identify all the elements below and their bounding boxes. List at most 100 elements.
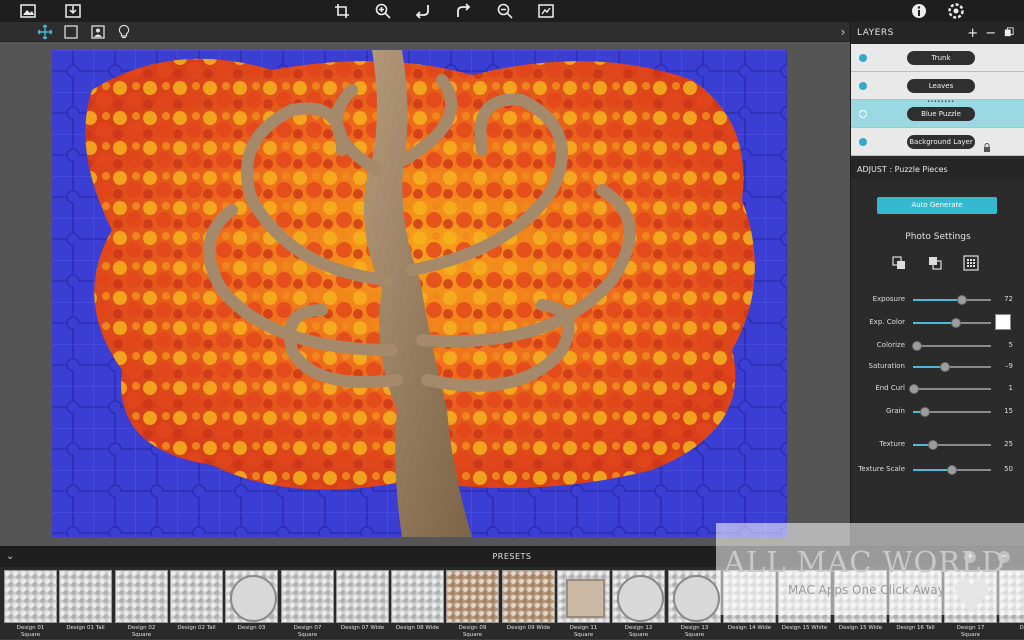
preset-item[interactable]: Design 02 Square [115,570,168,640]
layer-name[interactable]: Blue Puzzle [907,107,975,121]
preset-item[interactable]: Design 09 Wide [502,570,555,640]
auto-generate-button[interactable]: Auto Generate [877,197,997,214]
preset-thumbnail[interactable] [281,570,334,623]
layer-visibility-toggle[interactable] [859,54,867,62]
layer-visibility-toggle[interactable] [859,82,867,90]
layer-row-leaves[interactable]: Leaves [851,72,1024,100]
zoom-in-icon[interactable] [374,2,392,20]
slider-thumb[interactable] [911,341,922,351]
slider-row: Exposure 72 [851,293,1024,307]
zoom-out-icon[interactable] [496,2,514,20]
layer-row-blue-puzzle[interactable]: •••••••• Blue Puzzle [851,99,1024,128]
slider-track[interactable] [908,384,991,394]
duplicate-layer-icon[interactable] [1000,26,1018,41]
preset-item[interactable]: Design 01 Square [4,570,57,640]
move-tool-icon[interactable] [37,24,53,40]
preset-thumbnail[interactable] [170,570,223,623]
preset-item[interactable]: Design 07 Square [281,570,334,640]
chevron-right-icon[interactable]: › [836,22,850,42]
portrait-tool-icon[interactable] [90,24,106,40]
preset-item[interactable]: Design 11 Square [557,570,610,640]
save-icon[interactable] [64,2,82,20]
info-icon[interactable] [910,2,928,20]
preset-thumbnail[interactable] [446,570,499,623]
preset-label-line1: Design 12 [624,625,653,631]
layer-visibility-toggle[interactable] [859,110,867,118]
preset-label: Design 13 Square [664,625,725,639]
slider-thumb[interactable] [950,318,961,328]
slider-thumb[interactable] [939,362,950,372]
slider-thumb[interactable] [957,295,968,305]
slider-track[interactable] [913,407,991,417]
slider-value: 15 [1004,407,1013,415]
preset-label: Design 11 Square [553,625,614,639]
preset-item[interactable]: Design 13 Square [668,570,721,640]
preset-item[interactable]: Design 09 Square [446,570,499,640]
preset-item[interactable]: Design 02 Tall [170,570,223,640]
preset-item[interactable]: Design 07 Wide [336,570,389,640]
slider-track[interactable] [913,440,991,450]
grid-icon[interactable] [963,255,979,271]
slider-track[interactable] [913,295,991,305]
preset-label-line1: Design 16 Tall [896,625,935,631]
slider-thumb[interactable] [947,465,957,475]
preset-item[interactable]: Design 08 Wide [391,570,444,640]
color-swatch[interactable] [995,314,1011,330]
crop-icon[interactable] [333,2,351,20]
preset-item[interactable]: Design 12 Square [612,570,665,640]
layer-row-trunk[interactable]: Trunk [851,44,1024,72]
layer-front-icon[interactable] [891,255,907,271]
preset-label-line1: Design 09 [458,625,487,631]
layers-title: LAYERS [857,28,894,38]
preset-label-line2: Square [684,632,705,638]
preset-label-line1: Design 14 Wide [727,625,772,631]
slider-thumb[interactable] [908,384,919,394]
preset-item[interactable]: Design 01 Tall [59,570,112,640]
fit-to-screen-icon[interactable] [537,2,555,20]
preset-thumbnail[interactable] [225,570,278,623]
preset-thumbnail[interactable] [944,570,997,623]
canvas-image[interactable] [52,50,787,537]
layer-visibility-toggle[interactable] [859,138,867,146]
preset-thumbnail[interactable] [557,570,610,623]
slider-row: Texture Scale 50 [851,463,1024,477]
undo-icon[interactable] [414,2,432,20]
preset-thumbnail[interactable] [612,570,665,623]
preset-thumbnail[interactable] [668,570,721,623]
slider-track[interactable] [913,362,991,372]
slider-thumb[interactable] [927,440,938,450]
slider-thumb[interactable] [919,407,930,417]
slider-label: Texture Scale [858,465,905,473]
chevron-down-icon[interactable]: ⌄ [6,547,14,567]
preset-label-line2: Square [20,632,41,638]
preset-thumbnail[interactable] [502,570,555,623]
preset-label-line2: Square [960,632,981,638]
settings-icon[interactable] [947,2,965,20]
layer-name[interactable]: Trunk [907,51,975,65]
lightbulb-icon[interactable] [116,24,132,40]
preset-thumbnail[interactable] [391,570,444,623]
photo-settings-title: Photo Settings [905,232,971,242]
slider-value: 50 [1004,465,1013,473]
preset-item[interactable]: Design 17Square [944,570,997,640]
slider-track[interactable] [911,341,991,351]
redo-icon[interactable] [455,2,473,20]
slider-fill [913,299,963,301]
add-layer-button[interactable]: + [964,26,982,41]
layer-back-icon[interactable] [927,255,943,271]
preset-thumbnail[interactable] [115,570,168,623]
layer-row-background[interactable]: Background Layer [851,128,1024,156]
image-icon[interactable] [19,2,37,20]
preset-thumbnail[interactable] [59,570,112,623]
layer-name[interactable]: Leaves [907,79,975,93]
slider-track[interactable] [913,465,991,475]
slider-track[interactable] [913,318,991,328]
preset-thumbnail[interactable] [4,570,57,623]
layer-name[interactable]: Background Layer [907,135,975,149]
preset-item[interactable]: Design 03 [225,570,278,640]
select-tool-icon[interactable] [63,24,79,40]
preset-thumbnail[interactable] [336,570,389,623]
remove-layer-button[interactable]: − [982,26,1000,41]
slider-value: 5 [1008,341,1013,349]
preset-label-line1: Design 02 [127,625,156,631]
